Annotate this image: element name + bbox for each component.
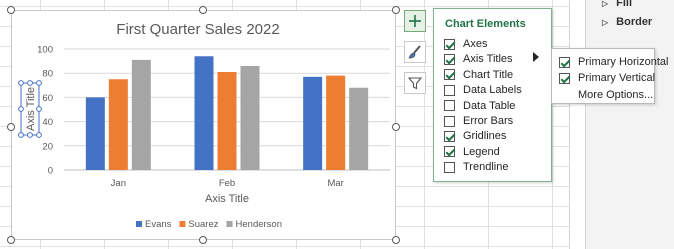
y-axis-title-handle [36,80,42,86]
flyout-title: Chart Elements [445,18,526,30]
y-axis-title-handle [18,132,24,138]
chart-element-label: Gridlines [463,130,507,143]
chart-element-label: Error Bars [463,115,514,127]
bar-suarez-mar [326,75,346,170]
resize-handle-bottom-right[interactable] [392,236,400,244]
y-tick-label: 80 [42,69,53,80]
checkbox[interactable] [444,69,455,81]
y-tick-label: 100 [37,45,53,56]
format-pane-fill-row[interactable]: ▷ Fill [602,0,632,9]
checkbox[interactable] [444,146,455,158]
axis-title-primary-vertical[interactable]: Primary Vertical [559,71,655,85]
border-label: Border [616,16,653,28]
resize-handle-top[interactable] [199,6,207,14]
y-axis-title-handle [36,132,42,138]
x-tick-label: Feb [219,178,235,189]
paintbrush-icon [408,45,421,59]
bar-henderson-jan [131,59,151,170]
chart-element-trendline[interactable]: Trendline [444,160,508,174]
expand-triangle-icon: ▷ [602,0,609,8]
expand-triangle-icon: ▷ [602,18,609,27]
chart-element-axis-titles[interactable]: Axis Titles [444,52,513,66]
y-axis-title: Axis Title [25,87,37,131]
legend-swatch-suarez [179,221,186,227]
checkbox[interactable] [444,100,455,112]
chart-area[interactable]: First Quarter Sales 2022 0 20 40 60 80 100 Jan F… [11,10,396,240]
chart-element-error-bars[interactable]: Error Bars [444,114,513,128]
y-axis-title-handle [36,106,42,112]
chart-element-data-labels[interactable]: Data Labels [444,83,522,97]
legend-label-henderson: Henderson [236,219,282,230]
y-tick-label: 20 [42,141,53,152]
x-tick-label: Jan [111,178,126,189]
chart-element-label: Axis Titles [463,53,513,66]
y-tick-label: 60 [42,93,53,104]
chart-element-label: Data Table [463,99,516,112]
bar-evans-mar [303,76,323,170]
checkbox[interactable] [444,161,455,173]
axis-title-primary-horizontal[interactable]: Primary Horizontal [559,55,668,69]
y-tick-label: 0 [48,166,53,177]
checkbox[interactable] [444,38,455,50]
y-tick-label: 40 [42,117,53,128]
chart-element-label: Data Labels [463,84,522,97]
bar-evans-jan [85,97,105,170]
chart-element-chart-title[interactable]: Chart Title [444,68,513,82]
chart-elements-button[interactable] [404,10,426,32]
chart-element-axes[interactable]: Axes [444,37,487,51]
bar-henderson-mar [349,87,369,170]
checkbox[interactable] [444,130,455,142]
plus-icon [409,15,421,27]
resize-handle-top-left[interactable] [7,6,15,14]
submenu-item-label: Primary Vertical [578,72,656,84]
worksheet-scroll-strip [569,0,586,249]
submenu-arrow-icon[interactable] [533,52,539,62]
legend-swatch-henderson [226,221,233,227]
chart-element-label: Chart Title [463,68,514,81]
bar-suarez-feb [217,71,237,170]
fill-label: Fill [616,0,633,9]
format-pane [585,0,674,249]
resize-handle-bottom[interactable] [199,236,207,244]
chart-element-data-table[interactable]: Data Table [444,99,515,113]
checkbox[interactable] [444,115,455,127]
chart-title: First Quarter Sales 2022 [116,21,279,38]
x-tick-label: Mar [327,178,343,189]
bar-suarez-jan [108,79,128,170]
chart-element-label: Legend [463,145,500,158]
chart-element-gridlines[interactable]: Gridlines [444,129,506,143]
resize-handle-bottom-left[interactable] [7,236,15,244]
more-options-link[interactable]: More Options... [578,88,653,102]
submenu-item-label: Primary Horizontal [578,56,669,68]
format-pane-border-row[interactable]: ▷ Border [602,16,652,28]
chart-styles-button[interactable] [404,41,426,63]
resize-handle-left[interactable] [7,123,15,131]
bar-evans-feb [194,56,214,171]
legend-label-evans: Evans [145,219,172,230]
x-axis-title: Axis Title [205,193,249,205]
chart-element-label: Trendline [463,161,509,174]
legend-label-suarez: Suarez [188,219,218,230]
legend-swatch-evans [136,221,142,227]
y-axis-title-handle [27,132,33,138]
y-axis-title-handle [27,80,33,86]
checkbox[interactable] [559,72,570,84]
y-axis-title-handle [18,106,24,112]
checkbox[interactable] [444,84,455,96]
chart-element-legend[interactable]: Legend [444,145,500,159]
funnel-icon [407,77,423,90]
checkbox[interactable] [559,56,570,68]
resize-handle-top-right[interactable] [392,6,400,14]
chart-element-label: Axes [463,38,488,50]
checkbox[interactable] [444,53,455,65]
bar-henderson-feb [240,65,260,170]
chart-filters-button[interactable] [404,72,426,94]
y-axis-title-handle [18,80,24,86]
chart-canvas: First Quarter Sales 2022 0 20 40 60 80 100 Jan F… [18,21,390,230]
resize-handle-right[interactable] [392,123,400,131]
